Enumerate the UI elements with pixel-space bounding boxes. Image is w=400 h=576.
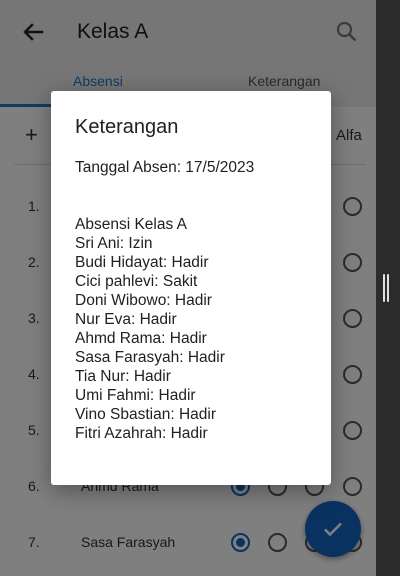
keterangan-dialog: Keterangan Tanggal Absen: 17/5/2023 Abse…	[51, 91, 331, 485]
attendance-entry: Cici pahlevi: Sakit	[75, 273, 198, 290]
attendance-entry: Budi Hidayat: Hadir	[75, 254, 209, 271]
attendance-entry: Fitri Azahrah: Hadir	[75, 425, 208, 442]
attendance-entry: Nur Eva: Hadir	[75, 311, 177, 328]
attendance-entry: Ahmd Rama: Hadir	[75, 330, 207, 347]
attendance-entry: Vino Sbastian: Hadir	[75, 406, 217, 423]
attendance-entry: Doni Wibowo: Hadir	[75, 292, 212, 309]
dialog-date: Tanggal Absen: 17/5/2023	[75, 159, 255, 176]
dialog-heading: Absensi Kelas A	[75, 216, 188, 233]
drag-handle-icon[interactable]	[383, 274, 389, 302]
attendance-entry: Sasa Farasyah: Hadir	[75, 349, 225, 366]
attendance-entry: Umi Fahmi: Hadir	[75, 387, 196, 404]
dialog-title: Keterangan	[75, 116, 179, 138]
attendance-entry: Sri Ani: Izin	[75, 235, 153, 252]
attendance-entry: Tia Nur: Hadir	[75, 368, 171, 385]
app-screen: Kelas A Absensi Keterangan + Alfa 1. 2. …	[0, 0, 376, 576]
